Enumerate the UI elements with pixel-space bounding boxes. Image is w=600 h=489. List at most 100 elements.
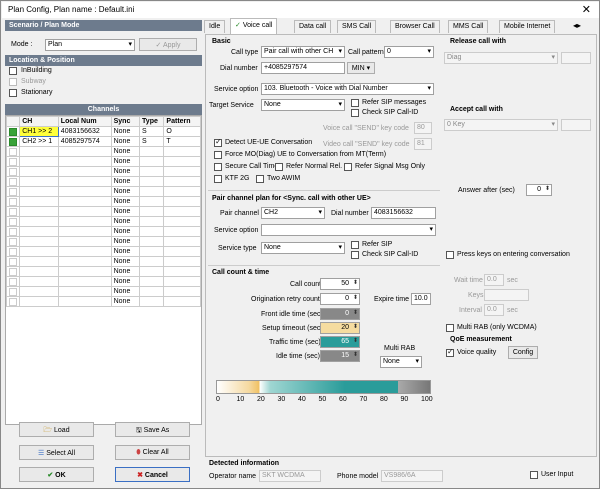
row-checkbox[interactable] bbox=[9, 257, 17, 266]
press-keys-checkbox[interactable] bbox=[446, 251, 454, 259]
interval-input[interactable]: 0.0 bbox=[484, 304, 504, 316]
row-checkbox[interactable] bbox=[9, 207, 17, 216]
operator-input[interactable]: SKT WCDMA bbox=[259, 470, 321, 482]
clear-all-button[interactable]: ⬮ Clear All bbox=[115, 445, 190, 460]
row-checkbox-cell[interactable] bbox=[6, 146, 21, 157]
target-service-select[interactable]: None ▾ bbox=[261, 99, 345, 111]
row-checkbox-cell[interactable] bbox=[6, 126, 21, 137]
row-checkbox-cell[interactable] bbox=[6, 256, 21, 267]
row-checkbox[interactable] bbox=[9, 247, 17, 256]
cancel-button[interactable]: ✖ Cancel bbox=[115, 467, 190, 482]
tab-scroll-arrows[interactable]: ◂▸ bbox=[573, 21, 581, 30]
row-checkbox[interactable] bbox=[9, 217, 17, 226]
row-checkbox-cell[interactable] bbox=[6, 206, 21, 217]
table-row[interactable]: None bbox=[6, 146, 201, 157]
user-input-checkbox[interactable] bbox=[530, 471, 538, 479]
load-button[interactable]: 🗁 Load bbox=[19, 422, 94, 437]
qoe-config-button[interactable]: Config bbox=[508, 346, 538, 359]
keys-input[interactable] bbox=[484, 289, 529, 301]
table-row[interactable]: None bbox=[6, 286, 201, 297]
row-checkbox[interactable] bbox=[9, 187, 17, 196]
row-checkbox-cell[interactable] bbox=[6, 246, 21, 257]
multi-rab-select[interactable]: None ▾ bbox=[380, 356, 422, 368]
table-row[interactable]: None bbox=[6, 206, 201, 217]
location-checkbox[interactable] bbox=[9, 89, 17, 97]
table-row[interactable]: None bbox=[6, 176, 201, 187]
row-checkbox[interactable] bbox=[9, 237, 17, 246]
row-checkbox[interactable] bbox=[9, 287, 17, 296]
wait-time-input[interactable]: 0.0 bbox=[484, 274, 504, 286]
retry-count-spinner[interactable]: 0 bbox=[320, 293, 360, 305]
service-option-select[interactable]: 103. Bluetooth - Voice with Dial Number ▾ bbox=[261, 83, 434, 95]
pair-check-sip-checkbox[interactable] bbox=[351, 251, 359, 259]
multi-rab-wcdma-checkbox[interactable] bbox=[446, 324, 454, 332]
column-header[interactable]: Type bbox=[139, 116, 165, 127]
tab-browser-call[interactable]: Browser Call bbox=[390, 20, 440, 33]
force-mo-checkbox[interactable] bbox=[214, 151, 222, 159]
traffic-time-spinner[interactable]: 65 bbox=[320, 336, 360, 348]
setup-timeout-spinner[interactable]: 20 bbox=[320, 322, 360, 334]
tab-mobile-internet[interactable]: Mobile Internet bbox=[499, 20, 556, 33]
row-checkbox-cell[interactable] bbox=[6, 266, 21, 277]
call-type-select[interactable]: Pair call with other CH ▾ bbox=[261, 46, 345, 58]
release-extra-input[interactable] bbox=[561, 52, 591, 64]
ktf-2g-checkbox[interactable] bbox=[214, 175, 222, 183]
video-send-input[interactable]: 81 bbox=[414, 138, 432, 150]
row-checkbox-cell[interactable] bbox=[6, 176, 21, 187]
pair-refer-sip-checkbox[interactable] bbox=[351, 241, 359, 249]
table-row[interactable]: None bbox=[6, 226, 201, 237]
column-header[interactable]: Pattern bbox=[163, 116, 201, 127]
select-all-button[interactable]: ☰ Select All bbox=[19, 445, 94, 460]
refer-sip-messages-checkbox[interactable] bbox=[351, 99, 359, 107]
table-row[interactable]: None bbox=[6, 156, 201, 167]
row-checkbox-cell[interactable] bbox=[6, 186, 21, 197]
answer-after-spinner[interactable]: 0 bbox=[526, 184, 552, 196]
table-row[interactable]: CH2 >> 1 4085297574 None S T bbox=[6, 136, 201, 147]
tab-sms-call[interactable]: SMS Call bbox=[337, 20, 377, 33]
min-button[interactable]: MIN ▾ bbox=[347, 62, 375, 74]
voice-quality-checkbox[interactable] bbox=[446, 347, 454, 357]
row-checkbox[interactable] bbox=[9, 197, 17, 206]
row-checkbox[interactable] bbox=[9, 277, 17, 286]
close-icon[interactable]: ✕ bbox=[582, 3, 591, 16]
row-checkbox[interactable] bbox=[9, 137, 17, 146]
location-item[interactable]: InBuilding bbox=[7, 67, 187, 77]
row-checkbox[interactable] bbox=[9, 167, 17, 176]
location-item[interactable]: Stationary bbox=[7, 89, 187, 99]
row-checkbox[interactable] bbox=[9, 297, 17, 306]
location-item[interactable]: Subway bbox=[7, 78, 187, 88]
table-row[interactable]: None bbox=[6, 166, 201, 177]
row-checkbox-cell[interactable] bbox=[6, 276, 21, 287]
row-checkbox[interactable] bbox=[9, 127, 17, 136]
pair-service-option-select[interactable]: ▾ bbox=[261, 224, 436, 236]
table-row[interactable]: None bbox=[6, 186, 201, 197]
row-checkbox-cell[interactable] bbox=[6, 296, 21, 307]
row-checkbox-cell[interactable] bbox=[6, 236, 21, 247]
pair-dial-input[interactable]: 4083156632 bbox=[371, 207, 436, 219]
row-checkbox-cell[interactable] bbox=[6, 226, 21, 237]
row-checkbox[interactable] bbox=[9, 177, 17, 186]
front-idle-spinner[interactable]: 0 bbox=[320, 308, 360, 320]
tab-idle[interactable]: Idle bbox=[204, 20, 226, 33]
detect-conversation-checkbox[interactable] bbox=[214, 137, 222, 147]
tab-mms-call[interactable]: MMS Call bbox=[448, 20, 489, 33]
apply-button[interactable]: ✓ Apply bbox=[139, 38, 197, 51]
row-checkbox[interactable] bbox=[9, 267, 17, 276]
pair-channel-select[interactable]: CH2 ▾ bbox=[261, 207, 325, 219]
two-awim-checkbox[interactable] bbox=[256, 175, 264, 183]
row-checkbox-cell[interactable] bbox=[6, 156, 21, 167]
table-row[interactable]: CH1 >> 2 4083156632 None S O bbox=[6, 126, 201, 137]
location-checkbox[interactable] bbox=[9, 67, 17, 75]
table-row[interactable]: None bbox=[6, 266, 201, 277]
accept-select[interactable]: 0 Key ▾ bbox=[444, 119, 558, 131]
row-checkbox-cell[interactable] bbox=[6, 166, 21, 177]
table-row[interactable]: None bbox=[6, 236, 201, 247]
secure-call-time-checkbox[interactable] bbox=[214, 163, 222, 171]
tab-data-call[interactable]: Data call bbox=[294, 20, 332, 33]
table-row[interactable]: None bbox=[6, 216, 201, 227]
accept-extra-input[interactable] bbox=[561, 119, 591, 131]
mode-select[interactable]: Plan ▾ bbox=[45, 39, 135, 51]
call-count-spinner[interactable]: 50 bbox=[320, 278, 360, 290]
pair-service-type-select[interactable]: None ▾ bbox=[261, 242, 345, 254]
row-checkbox-cell[interactable] bbox=[6, 286, 21, 297]
